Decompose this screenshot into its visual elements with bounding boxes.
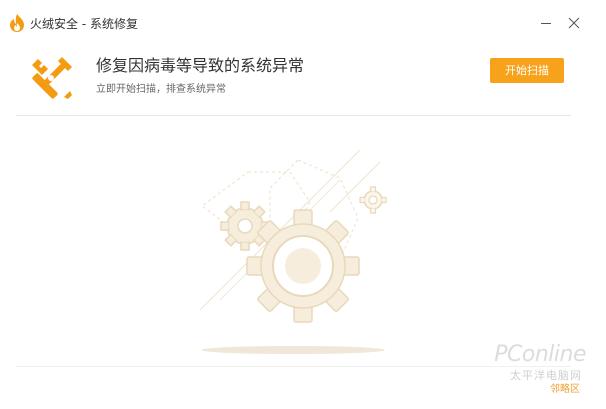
title-bar: 火绒安全 - 系统修复 — [0, 0, 606, 40]
watermark: PConline 太平洋电脑网 邻略区 — [480, 342, 590, 398]
gears-illustration — [199, 149, 387, 354]
watermark-brand: PConline — [494, 342, 586, 367]
wrench-screwdriver-icon — [32, 57, 72, 99]
huorong-flame-icon — [10, 14, 24, 32]
start-scan-button[interactable]: 开始扫描 — [490, 58, 564, 83]
close-icon — [568, 17, 580, 29]
watermark-area: 邻略区 — [550, 384, 580, 395]
window-title: 火绒安全 - 系统修复 — [30, 17, 138, 31]
page-subtitle: 立即开始扫描，排查系统异常 — [96, 84, 226, 95]
header-divider — [16, 115, 571, 116]
minimize-icon — [541, 23, 551, 24]
close-button[interactable] — [564, 13, 584, 33]
page-headline: 修复因病毒等导致的系统异常 — [96, 56, 305, 75]
minimize-button[interactable] — [536, 13, 556, 33]
